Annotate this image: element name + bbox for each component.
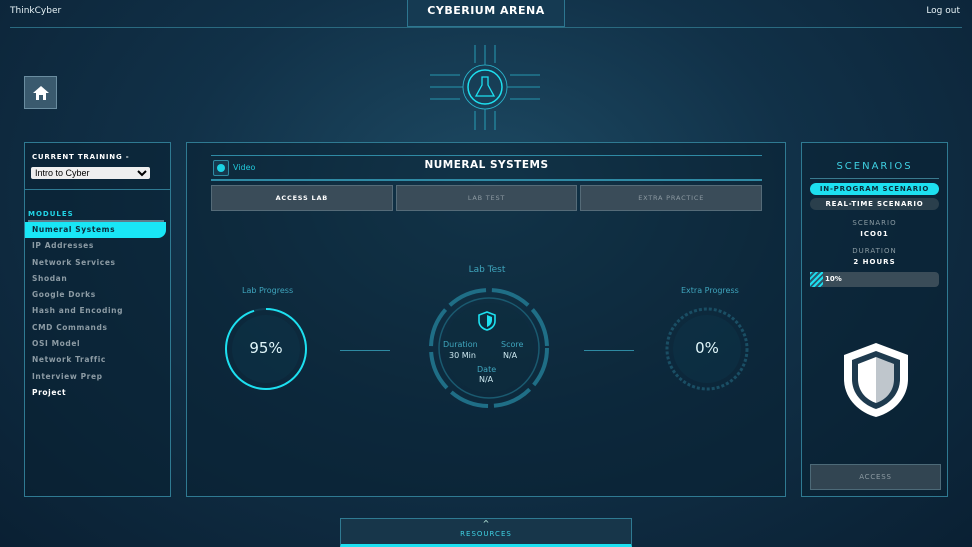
sidebar-item-module[interactable]: Interview Prep bbox=[25, 369, 170, 385]
scenario-label: SCENARIO bbox=[852, 219, 897, 227]
logout-link[interactable]: Log out bbox=[926, 6, 960, 16]
sidebar-item-module[interactable]: Numeral Systems bbox=[25, 222, 166, 239]
sidebar-item-module[interactable]: OSI Model bbox=[25, 336, 170, 352]
lab-header: Video NUMERAL SYSTEMS bbox=[211, 155, 762, 181]
date-label: Date bbox=[477, 365, 497, 374]
home-icon bbox=[32, 85, 49, 100]
lab-panel: Video NUMERAL SYSTEMS ACCESS LAB LAB TES… bbox=[186, 142, 786, 497]
scenario-progress-bar: 10% bbox=[810, 272, 939, 287]
tab-access-lab[interactable]: ACCESS LAB bbox=[211, 185, 393, 211]
tab-extra-practice[interactable]: EXTRA PRACTICE bbox=[580, 185, 763, 211]
date-value: N/A bbox=[479, 375, 494, 384]
scenarios-panel: SCENARIOS IN-PROGRAM SCENARIO REAL-TIME … bbox=[801, 142, 948, 497]
flask-emblem-icon bbox=[430, 45, 540, 130]
scenario-value: ICO01 bbox=[860, 230, 889, 238]
sidebar-item-module[interactable]: Network Traffic bbox=[25, 352, 170, 368]
brand-name: ThinkCyber bbox=[10, 6, 62, 16]
duration-value: 2 HOURS bbox=[853, 258, 896, 266]
sidebar-item-module[interactable]: IP Addresses bbox=[25, 238, 170, 254]
home-button[interactable] bbox=[24, 76, 57, 109]
access-scenario-button[interactable]: ACCESS bbox=[810, 464, 941, 490]
real-time-scenario-tab[interactable]: REAL-TIME SCENARIO bbox=[810, 198, 939, 210]
tab-lab-test[interactable]: LAB TEST bbox=[395, 185, 578, 211]
resources-label: RESOURCES bbox=[460, 530, 512, 538]
in-program-scenario-tab[interactable]: IN-PROGRAM SCENARIO bbox=[810, 183, 939, 195]
training-sidebar: CURRENT TRAINING - Intro to Cyber MODULE… bbox=[24, 142, 171, 497]
duration-label: DURATION bbox=[852, 247, 897, 255]
sidebar-item-module[interactable]: Hash and Encoding bbox=[25, 303, 170, 319]
page-title: CYBERIUM ARENA bbox=[407, 0, 565, 27]
shield-icon bbox=[844, 343, 908, 417]
shield-icon bbox=[478, 311, 496, 331]
sidebar-item-module[interactable]: Google Dorks bbox=[25, 287, 170, 303]
current-training-label: CURRENT TRAINING - bbox=[32, 153, 130, 161]
duration-value: 30 Min bbox=[449, 351, 476, 360]
lab-test-title: Lab Test bbox=[468, 265, 506, 275]
module-title: NUMERAL SYSTEMS bbox=[424, 159, 549, 171]
sidebar-item-module[interactable]: Network Services bbox=[25, 255, 170, 271]
score-label: Score bbox=[501, 340, 524, 349]
resources-button[interactable]: ^ RESOURCES bbox=[340, 518, 632, 547]
score-value: N/A bbox=[503, 351, 518, 360]
scenario-progress-value: 10% bbox=[825, 275, 842, 283]
sidebar-item-module[interactable]: Project bbox=[25, 385, 170, 401]
lab-progress-value: 95% bbox=[249, 339, 283, 357]
lab-progress-label: Lab Progress bbox=[242, 286, 294, 295]
modules-heading: MODULES bbox=[28, 210, 74, 218]
chevron-up-icon: ^ bbox=[482, 519, 490, 528]
top-divider bbox=[10, 27, 962, 28]
sidebar-item-module[interactable]: Shodan bbox=[25, 271, 170, 287]
extra-progress-label: Extra Progress bbox=[681, 286, 739, 295]
sidebar-item-module[interactable]: CMD Commands bbox=[25, 320, 170, 336]
duration-label: Duration bbox=[443, 340, 478, 349]
scenarios-title: SCENARIOS bbox=[836, 161, 913, 172]
training-select[interactable]: Intro to Cyber bbox=[31, 167, 150, 179]
extra-progress-value: 0% bbox=[695, 339, 719, 357]
